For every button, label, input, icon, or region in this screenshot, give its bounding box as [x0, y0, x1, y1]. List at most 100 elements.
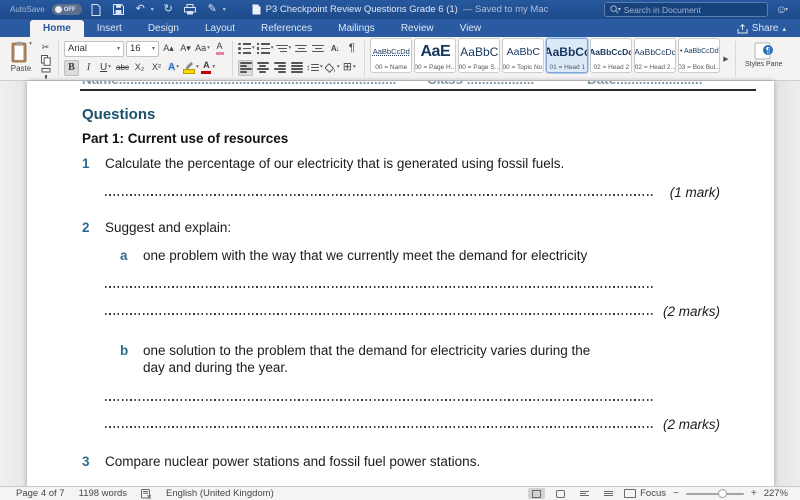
change-case-button[interactable]: Aa ▾ [195, 41, 210, 57]
decrease-indent-button[interactable] [293, 41, 308, 57]
superscript-button[interactable]: X² [149, 60, 164, 76]
paste-button[interactable]: ▾ Paste [4, 40, 38, 73]
page-indicator[interactable]: Page 4 of 7 [16, 488, 65, 499]
style-page-h[interactable]: AaE 00 = Page H... [414, 38, 457, 73]
numbering-button[interactable]: ▾ [256, 41, 274, 57]
zoom-out-button[interactable]: − [673, 488, 679, 499]
search-input[interactable]: ▾ Search in Document [603, 2, 768, 17]
page[interactable]: Name....................................… [27, 81, 774, 487]
focus-icon [624, 489, 637, 498]
draw-icon[interactable]: ✎ [205, 3, 220, 17]
italic-button[interactable]: I [81, 60, 96, 76]
copy-icon[interactable] [38, 54, 53, 66]
zoom-slider-knob[interactable] [717, 488, 727, 498]
format-painter-icon[interactable] [38, 67, 53, 79]
increase-indent-button[interactable] [310, 41, 325, 57]
feedback-button[interactable]: ☺ ▾ [776, 4, 788, 16]
zoom-slider[interactable] [685, 488, 744, 498]
web-layout-view-button[interactable] [552, 488, 569, 499]
tab-home[interactable]: Home [30, 20, 84, 37]
cut-icon[interactable]: ✂ [38, 41, 53, 53]
word-count[interactable]: 1198 words [79, 488, 127, 499]
tab-layout[interactable]: Layout [192, 20, 248, 37]
question-3: 3 Compare nuclear power stations and fos… [82, 454, 480, 469]
answer-line-q2b-2: (2 marks) [105, 413, 720, 431]
class-field: Class .................. [427, 81, 557, 89]
styles-pane-icon: ¶ [754, 42, 773, 60]
style-box-bullet[interactable]: • AaBbCcDd 03 = Box Bul... [678, 38, 721, 73]
saved-status: — Saved to my Mac [462, 4, 549, 15]
undo-menu-icon[interactable]: ▾ [151, 6, 154, 13]
justify-button[interactable] [289, 60, 304, 76]
document-area[interactable]: Name....................................… [0, 81, 800, 487]
autosave-knob [54, 6, 62, 13]
style-page-s[interactable]: AaBbC 00 = Page S... [458, 38, 501, 73]
draft-view-button[interactable] [600, 488, 617, 499]
multilevel-list-button[interactable]: ▾ [275, 41, 292, 57]
answer-line-q2b-1 [105, 386, 720, 404]
question-2a: a one problem with the way that we curre… [120, 248, 587, 263]
sort-button[interactable]: A↓ [327, 41, 342, 57]
share-button[interactable]: Share ▴ [737, 23, 800, 37]
font-color-button[interactable]: A ▾ [201, 60, 216, 76]
strikethrough-button[interactable]: abc [115, 60, 130, 76]
bold-button[interactable]: B [64, 59, 79, 76]
collapse-ribbon-icon[interactable]: ▴ [782, 25, 786, 33]
font-size-select[interactable]: 16 ▾ [126, 40, 159, 57]
shading-caret-icon: ▾ [336, 63, 340, 70]
increase-font-button[interactable]: A▴ [161, 41, 176, 57]
ribbon-tabbar: Home Insert Design Layout References Mai… [0, 19, 800, 37]
subscript-button[interactable]: X₂ [132, 60, 147, 76]
new-document-icon[interactable] [89, 3, 104, 17]
bullets-button[interactable]: ▾ [238, 41, 255, 57]
language-indicator[interactable]: English (United Kingdom) [166, 488, 274, 499]
zoom-level[interactable]: 227% [764, 488, 788, 499]
toolbar-more-icon[interactable]: ▾ [223, 6, 226, 13]
redo-icon[interactable]: ↻ [161, 3, 176, 17]
style-name[interactable]: AaBbCcDd 00 = Name [370, 38, 413, 73]
underline-button[interactable]: U ▾ [98, 60, 113, 76]
search-scope-icon[interactable]: ▾ [618, 6, 621, 13]
styles-more-icon[interactable]: ▶ [723, 55, 728, 63]
tab-mailings[interactable]: Mailings [325, 20, 388, 37]
style-head-2b[interactable]: AaBbCcDd 02 = Head 2... [634, 38, 677, 73]
decrease-font-button[interactable]: A▾ [178, 41, 193, 57]
styles-gallery: AaBbCcDd 00 = Name AaE 00 = Page H... Aa… [366, 37, 733, 80]
shading-button[interactable]: ▾ [324, 60, 340, 76]
undo-icon[interactable]: ↶ [133, 3, 148, 17]
highlight-button[interactable]: ▾ [183, 60, 199, 76]
focus-button[interactable]: Focus [624, 488, 666, 499]
svg-text:¶: ¶ [766, 46, 770, 55]
font-name-select[interactable]: Arial ▾ [64, 40, 124, 57]
show-paragraph-button[interactable]: ¶ [344, 41, 359, 57]
align-left-button[interactable] [238, 59, 253, 76]
outline-view-button[interactable] [576, 488, 593, 499]
titlebar: AutoSave OFF ↶ ▾ ↻ ✎ ▾ P3 Checkpoint Rev… [0, 0, 800, 19]
style-topic-no[interactable]: AaBbC 00 = Topic No. [502, 38, 545, 73]
tab-view[interactable]: View [447, 20, 495, 37]
tab-review[interactable]: Review [388, 20, 447, 37]
text-effects-button[interactable]: A ▾ [166, 60, 181, 76]
borders-button[interactable]: ⊞ ▾ [342, 60, 357, 76]
autosave-state: OFF [63, 6, 76, 13]
proofing-status-icon[interactable] [141, 488, 152, 499]
zoom-in-button[interactable]: + [751, 488, 757, 499]
paint-bucket-icon [324, 62, 335, 73]
clear-formatting-button[interactable]: A [212, 41, 227, 57]
paste-menu-icon[interactable]: ▾ [29, 41, 32, 47]
print-layout-view-button[interactable] [528, 488, 546, 499]
save-icon[interactable] [111, 3, 126, 17]
style-head-2[interactable]: AaBbCcDd 02 = Head 2 [590, 38, 633, 73]
tab-insert[interactable]: Insert [84, 20, 135, 37]
tab-design[interactable]: Design [135, 20, 192, 37]
style-head-1[interactable]: AaBbCc 01 = Head 1 [546, 38, 589, 73]
tab-references[interactable]: References [248, 20, 325, 37]
autosave-toggle[interactable]: OFF [51, 4, 82, 15]
styles-pane-button[interactable]: ¶ Styles Pane [741, 40, 787, 69]
line-spacing-button[interactable]: ↕ ▾ [306, 60, 323, 76]
multilevel-caret-icon: ▾ [288, 44, 292, 51]
print-icon[interactable] [183, 3, 198, 17]
align-right-button[interactable] [272, 60, 287, 76]
align-center-button[interactable] [255, 60, 270, 76]
q1-marks: (1 mark) [669, 184, 720, 200]
